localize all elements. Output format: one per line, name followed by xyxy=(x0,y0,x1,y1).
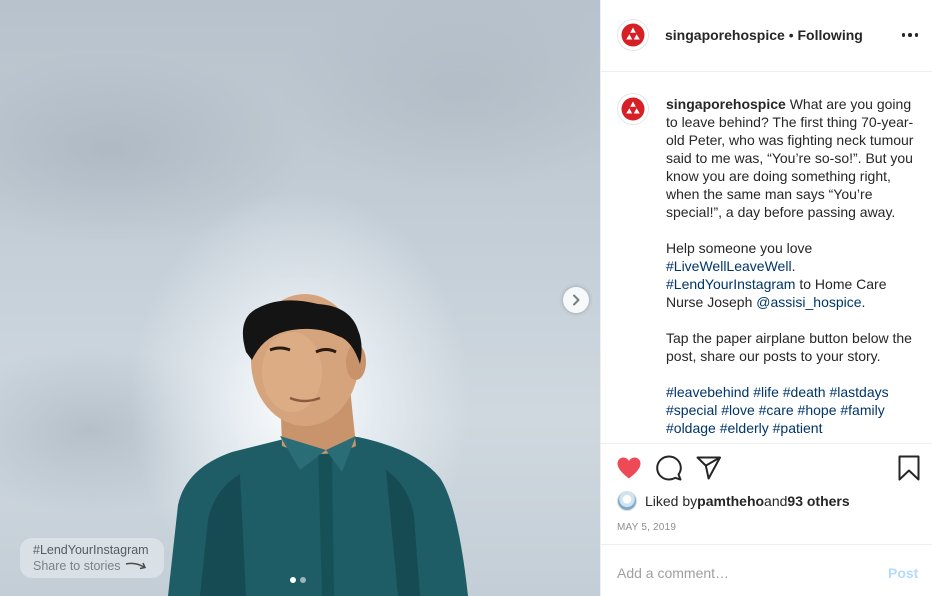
post-comment-button[interactable]: Post xyxy=(888,565,918,581)
header-username[interactable]: singaporehospice xyxy=(665,27,785,43)
more-icon-dot xyxy=(914,33,919,37)
hashtag-link[interactable]: #lastdays xyxy=(829,384,888,400)
post-side-panel: singaporehospice • Following singaporeho… xyxy=(600,0,932,596)
caption-paragraph: Help someone you love #LiveWellLeaveWell.… xyxy=(666,239,924,311)
hashtag-link[interactable]: #care xyxy=(759,402,794,418)
comment-section: Post xyxy=(601,544,932,596)
post-date[interactable]: MAY 5, 2019 xyxy=(617,522,676,533)
header-user-line: singaporehospice • Following xyxy=(665,26,863,44)
bookmark-icon xyxy=(898,455,920,481)
caption-text-fragment: Help someone you love xyxy=(666,240,813,256)
carousel-dot xyxy=(300,577,306,583)
chevron-right-icon xyxy=(573,294,580,306)
comment-button[interactable] xyxy=(655,454,683,482)
next-photo-button[interactable] xyxy=(563,287,589,313)
like-button[interactable] xyxy=(615,454,643,482)
hashtag-link[interactable]: #LendYourInstagram xyxy=(666,276,795,292)
hospice-logo-icon xyxy=(621,97,645,121)
likes-summary: Liked by pamtheho and 93 others xyxy=(617,490,850,512)
carousel-indicator xyxy=(290,577,306,583)
caption-paragraph-1: What are you going to leave behind? The … xyxy=(666,96,914,220)
hashtag-link[interactable]: #oldage xyxy=(666,420,716,436)
caption-username[interactable]: singaporehospice xyxy=(666,96,786,112)
caption-section: singaporehospice What are you going to l… xyxy=(601,73,932,443)
person-photo xyxy=(168,294,468,596)
hospice-logo-icon xyxy=(621,23,645,47)
share-button[interactable] xyxy=(695,454,723,482)
liker-avatar[interactable] xyxy=(617,491,637,511)
hashtag-link[interactable]: #love xyxy=(721,402,754,418)
post-photo: #LendYourInstagram Share to stories xyxy=(0,0,600,596)
actions-section: Liked by pamtheho and 93 others MAY 5, 2… xyxy=(601,443,932,544)
comment-input[interactable] xyxy=(617,563,867,583)
share-badge-tag: #LendYourInstagram xyxy=(33,543,149,557)
carousel-dot-active xyxy=(290,577,296,583)
caption-paragraph-3: Tap the paper airplane button below the … xyxy=(666,330,912,364)
share-to-stories-badge: #LendYourInstagram Share to stories xyxy=(20,538,164,578)
save-button[interactable] xyxy=(895,454,923,482)
hashtag-link[interactable]: #patient xyxy=(773,420,823,436)
caption-text-fragment: . xyxy=(791,258,796,274)
more-icon xyxy=(901,33,906,37)
caption-text-fragment: . xyxy=(861,294,866,310)
header-separator: • xyxy=(784,27,798,43)
hashtag-link[interactable]: #elderly xyxy=(720,420,769,436)
curved-arrow-icon xyxy=(125,562,146,570)
more-icon-dot xyxy=(908,33,912,37)
likes-prefix: Liked by xyxy=(645,493,698,509)
post-header: singaporehospice • Following xyxy=(601,0,932,72)
action-bar xyxy=(615,454,921,482)
following-button[interactable]: Following xyxy=(798,27,863,43)
comment-icon xyxy=(656,455,682,481)
hashtag-link[interactable]: #special xyxy=(666,402,717,418)
avatar[interactable] xyxy=(617,19,649,51)
hashtag-link[interactable]: #LiveWellLeaveWell xyxy=(666,258,792,274)
hashtag-link[interactable]: #family xyxy=(840,402,884,418)
share-icon xyxy=(696,456,721,480)
caption-paragraph: singaporehospice What are you going to l… xyxy=(666,95,924,221)
instagram-post: #LendYourInstagram Share to stories sing… xyxy=(0,0,932,596)
hashtag-link[interactable]: #leavebehind xyxy=(666,384,749,400)
hashtag-link[interactable]: #life xyxy=(753,384,779,400)
avatar[interactable] xyxy=(617,93,649,125)
heart-icon xyxy=(617,457,641,479)
share-badge-subtitle: Share to stories xyxy=(33,559,121,573)
more-options-button[interactable] xyxy=(901,26,919,44)
liker-username[interactable]: pamtheho xyxy=(697,493,764,509)
caption-text: singaporehospice What are you going to l… xyxy=(666,95,924,437)
mention-link[interactable]: @assisi_hospice xyxy=(756,294,861,310)
share-badge-subtitle-row: Share to stories xyxy=(33,558,164,574)
hashtag-link[interactable]: #death xyxy=(783,384,826,400)
hashtag-list: #leavebehind #life #death #lastdays #spe… xyxy=(666,383,924,437)
likes-connector: and xyxy=(764,493,788,509)
hashtag-link[interactable]: #hope xyxy=(798,402,837,418)
likes-others[interactable]: 93 others xyxy=(787,493,849,509)
